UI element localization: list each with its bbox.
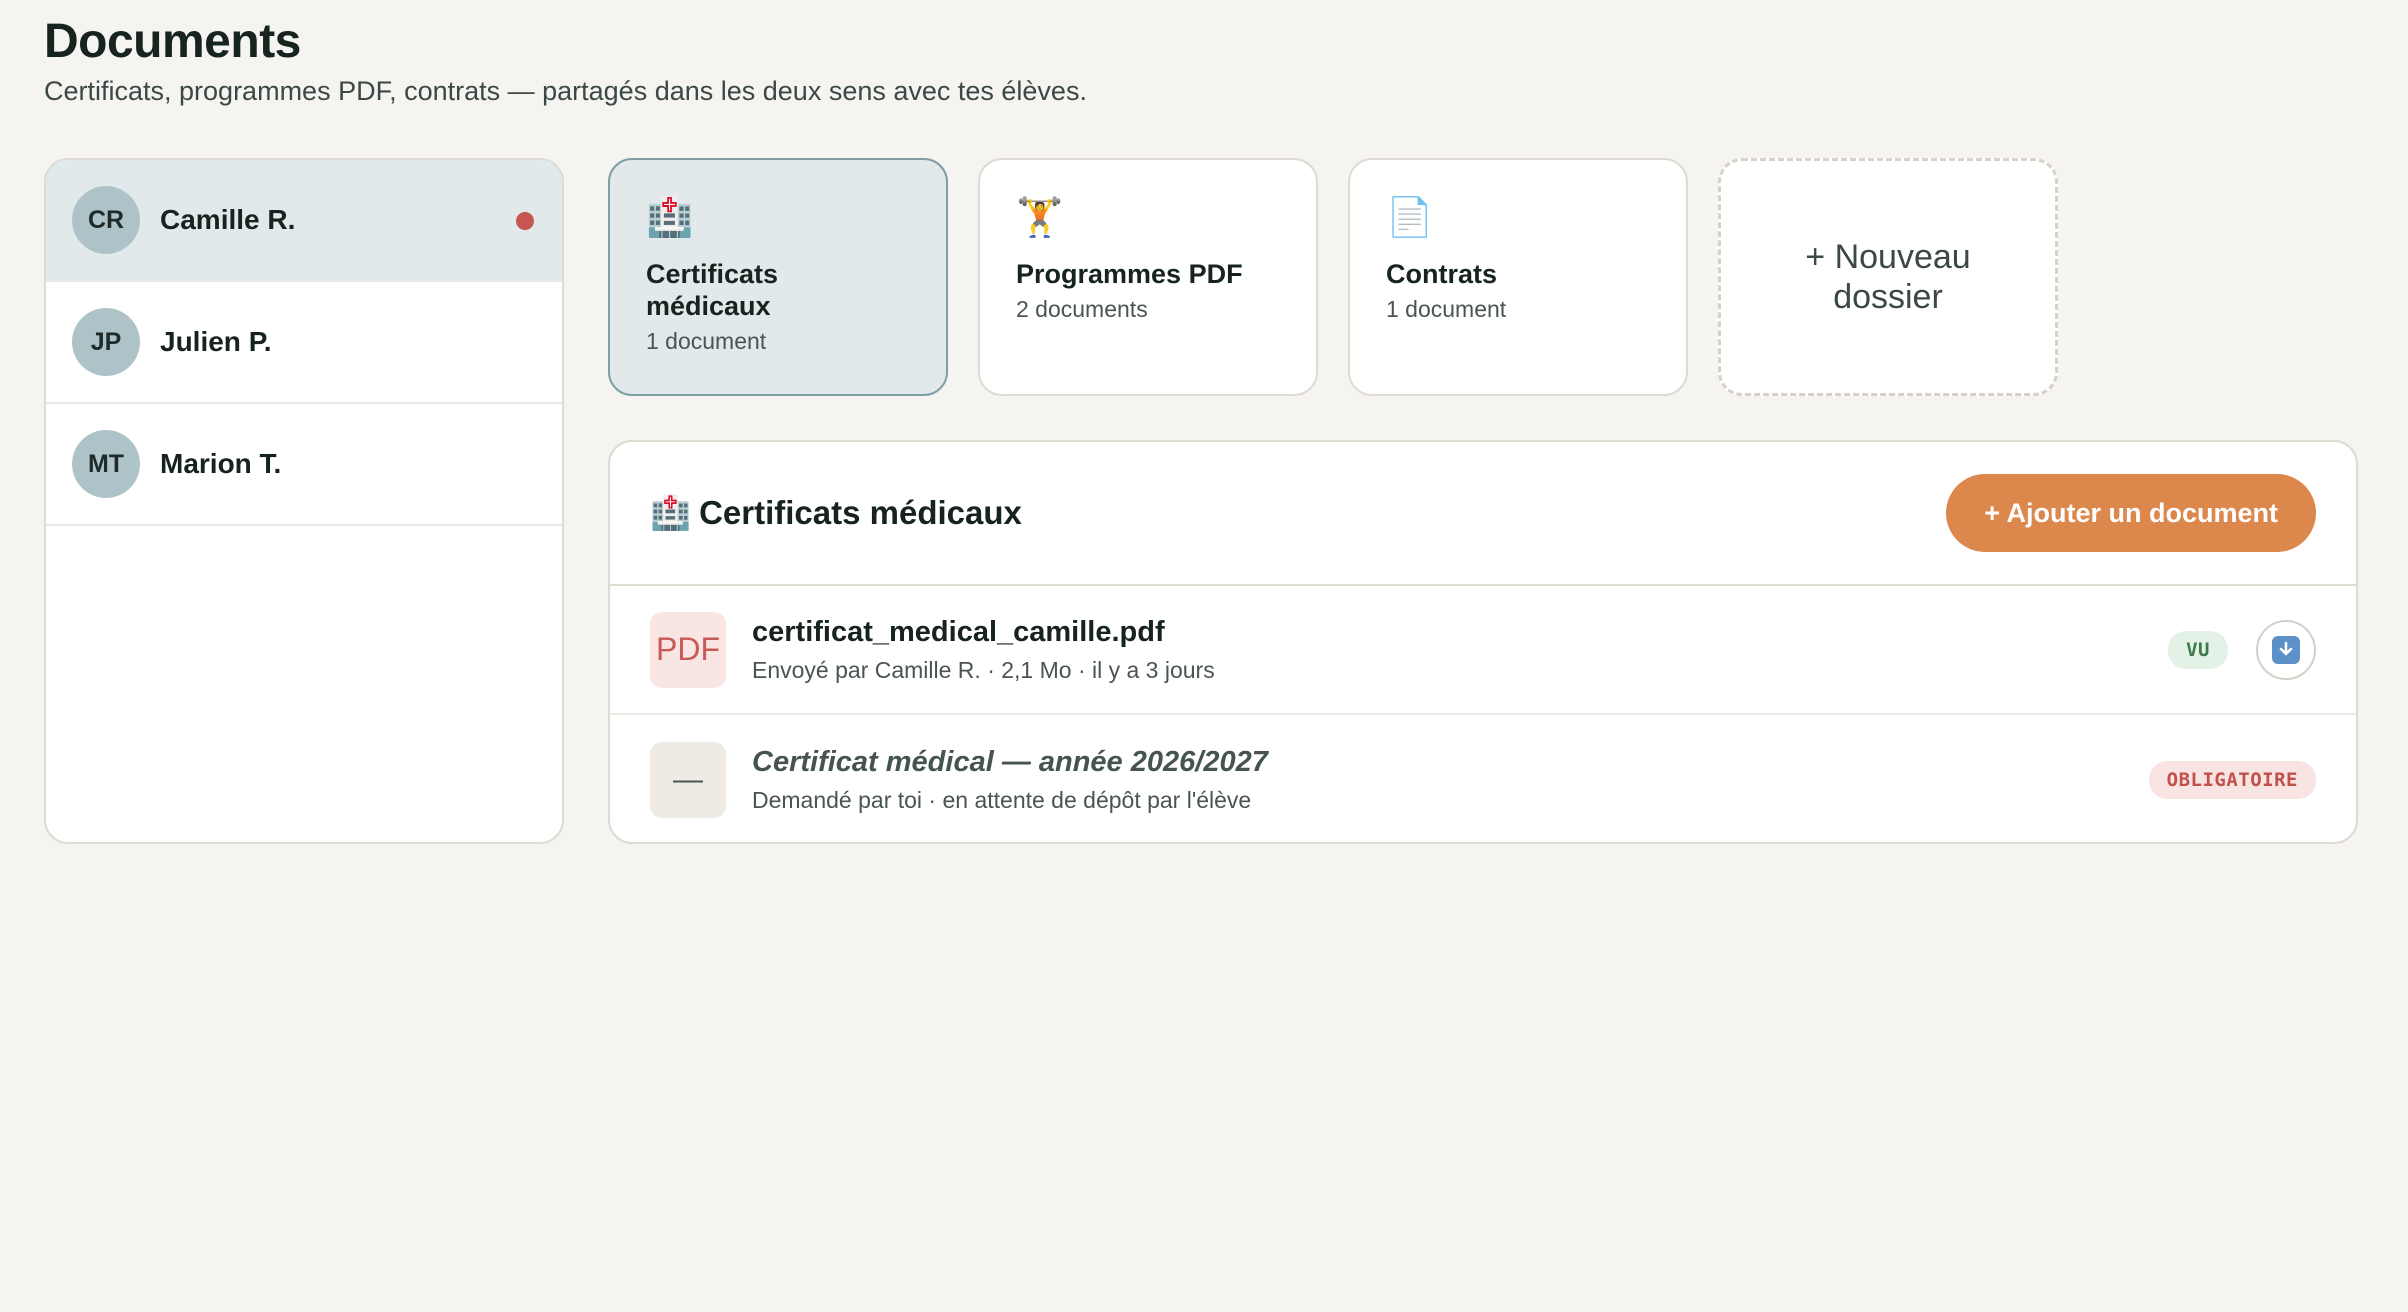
unread-indicator — [516, 212, 534, 230]
folder-count: 2 documents — [1016, 296, 1148, 322]
folder-name: Certificats médicaux — [646, 259, 779, 321]
download-icon — [2272, 635, 2300, 664]
document-icon: 📄 — [1386, 197, 1434, 239]
documents-page: Documents Certificats, programmes PDF, c… — [0, 0, 2408, 1312]
pdf-file-icon: PDF — [650, 611, 726, 688]
document-row[interactable]: PDF certificat_medical_camille.pdf Envoy… — [610, 586, 2356, 715]
student-name: Julien P. — [160, 326, 272, 357]
student-item-marion[interactable]: MT Marion T. — [46, 404, 562, 526]
document-row-pending[interactable]: — Certificat médical — année 2026/2027 D… — [610, 715, 2356, 842]
student-name: Camille R. — [160, 204, 296, 235]
page-title: Documents — [44, 15, 301, 68]
hospital-icon: 🏥 — [646, 197, 694, 239]
folder-certificats-medicaux[interactable]: 🏥 Certificats médicaux 1 document — [608, 158, 948, 396]
student-item-camille[interactable]: CR Camille R. — [46, 160, 562, 282]
panel-title-text: Certificats médicaux — [699, 494, 1022, 531]
student-name: Marion T. — [160, 448, 282, 479]
pending-file-icon: — — [650, 741, 726, 818]
page-subtitle: Certificats, programmes PDF, contrats — … — [44, 76, 1087, 106]
download-button[interactable] — [2256, 619, 2316, 680]
document-meta: Envoyé par Camille R. · 2,1 Mo · il y a … — [752, 656, 1215, 683]
new-folder-label: + Nouveau dossier — [1805, 238, 1971, 316]
new-folder-button[interactable]: + Nouveau dossier — [1718, 158, 2058, 396]
document-info: Certificat médical — année 2026/2027 Dem… — [752, 746, 2149, 814]
folder-cards: 🏥 Certificats médicaux 1 document 🏋️ Pro… — [608, 158, 2058, 396]
avatar: MT — [72, 430, 140, 498]
panel-title: 🏥 Certificats médicaux — [650, 494, 1022, 533]
folder-name: Programmes PDF — [1016, 259, 1243, 289]
document-name: Certificat médical — année 2026/2027 — [752, 745, 1268, 778]
status-badge-required: OBLIGATOIRE — [2148, 760, 2316, 799]
student-item-julien[interactable]: JP Julien P. — [46, 282, 562, 404]
folder-count: 1 document — [646, 328, 767, 354]
avatar: CR — [72, 186, 140, 254]
students-list: CR Camille R. JP Julien P. MT Marion T. — [44, 158, 564, 844]
folder-count: 1 document — [1386, 296, 1507, 322]
documents-panel: 🏥 Certificats médicaux + Ajouter un docu… — [608, 440, 2358, 844]
document-meta: Demandé par toi · en attente de dépôt pa… — [752, 786, 1252, 813]
document-name[interactable]: certificat_medical_camille.pdf — [752, 616, 2168, 649]
folder-contrats[interactable]: 📄 Contrats 1 document — [1348, 158, 1688, 396]
avatar: JP — [72, 308, 140, 376]
status-badge-seen: VU — [2168, 630, 2228, 669]
document-info: certificat_medical_camille.pdf Envoyé pa… — [752, 616, 2168, 684]
folder-name: Contrats — [1386, 259, 1498, 289]
hospital-icon: 🏥 — [650, 493, 692, 531]
panel-header: 🏥 Certificats médicaux + Ajouter un docu… — [610, 442, 2356, 586]
weightlifter-icon: 🏋️ — [1016, 197, 1064, 239]
folder-programmes-pdf[interactable]: 🏋️ Programmes PDF 2 documents — [978, 158, 1318, 396]
add-document-button[interactable]: + Ajouter un document — [1946, 474, 2316, 552]
